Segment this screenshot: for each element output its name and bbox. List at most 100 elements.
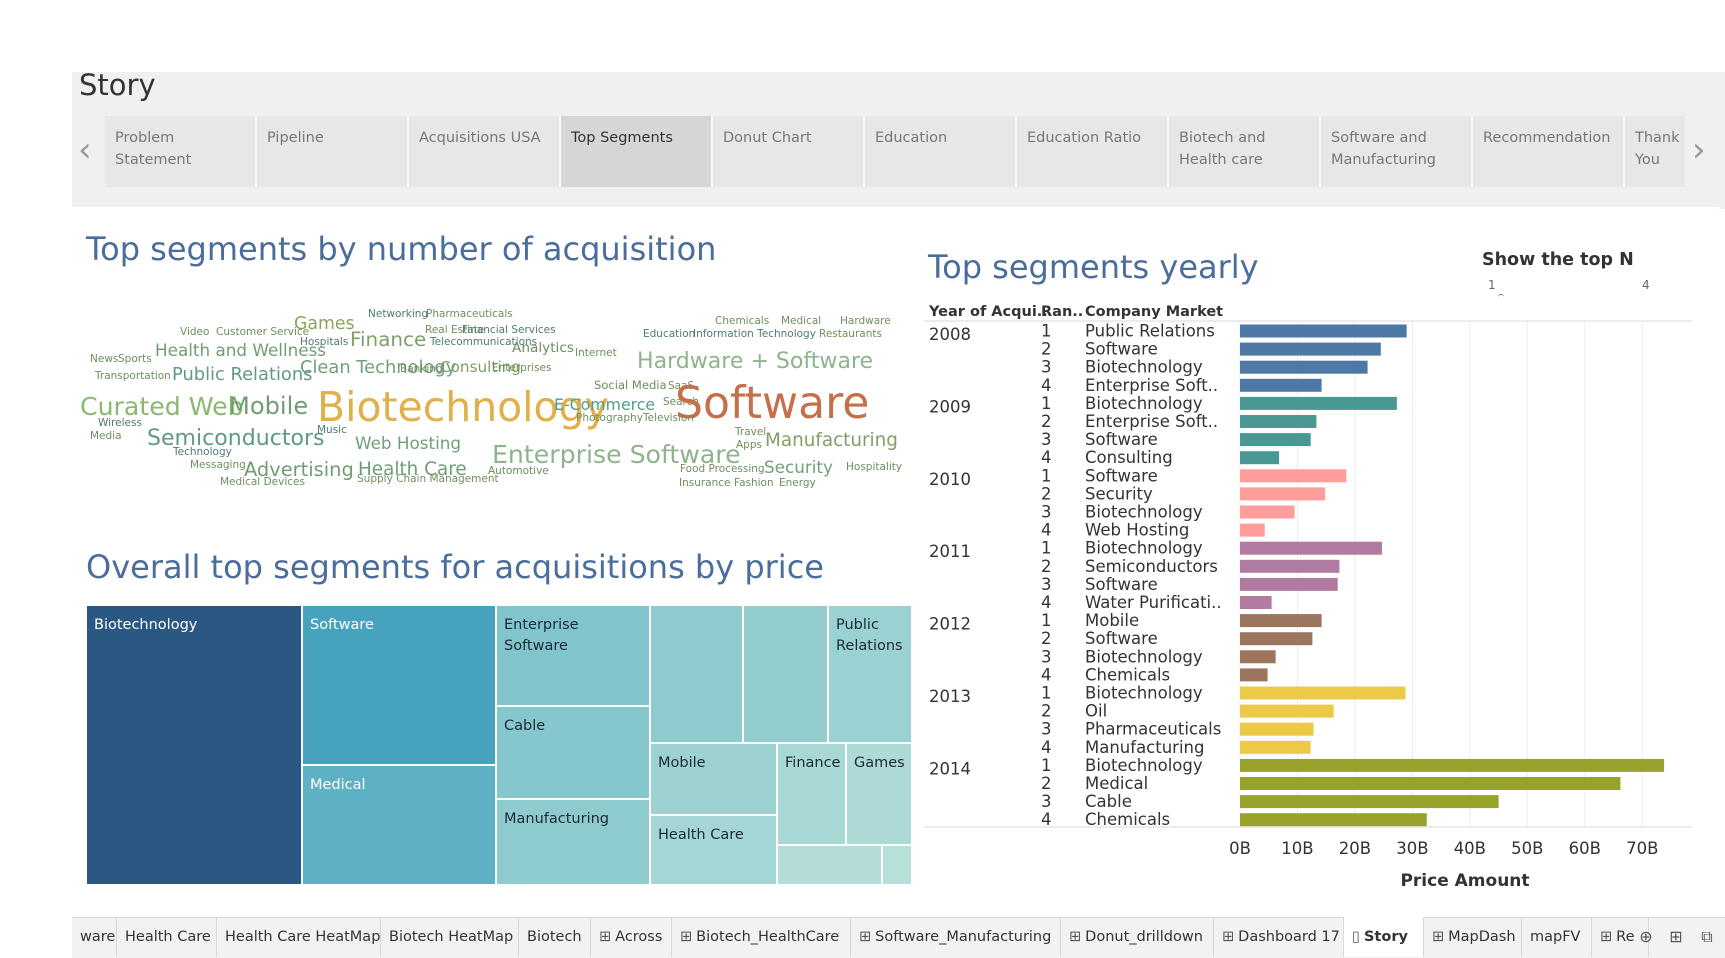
new-dashboard-icon[interactable]: ⊞	[1662, 917, 1690, 957]
bar[interactable]	[1240, 686, 1406, 700]
bar[interactable]	[1240, 777, 1621, 790]
treemap-cell[interactable]: Enterprise Software	[496, 605, 650, 706]
bar[interactable]	[1240, 505, 1295, 519]
bar[interactable]	[1240, 668, 1268, 682]
story-tab[interactable]: Top Segments	[561, 116, 713, 187]
bar[interactable]	[1240, 378, 1322, 392]
treemap-cell[interactable]: Games	[846, 743, 912, 845]
cloud-word[interactable]: Technology	[173, 447, 232, 458]
cloud-word[interactable]: Hospitality	[846, 462, 902, 473]
story-tab[interactable]: Donut Chart	[713, 116, 865, 187]
bar[interactable]	[1240, 813, 1427, 827]
new-worksheet-icon[interactable]: ⊕	[1632, 917, 1660, 957]
sheet-tab[interactable]: ⊞ Dashboard 17	[1214, 917, 1344, 957]
treemap-cell[interactable]: Manufacturing	[496, 799, 650, 885]
cloud-word[interactable]: Pharmaceuticals	[426, 309, 513, 320]
cloud-word[interactable]: Fashion	[734, 478, 774, 489]
cloud-word[interactable]: Web Hosting	[355, 435, 461, 452]
treemap-cell[interactable]: Cable	[496, 706, 650, 799]
story-tab[interactable]: Recommendation	[1473, 116, 1625, 187]
bar[interactable]	[1240, 722, 1314, 736]
cloud-word[interactable]: Security	[764, 459, 833, 476]
bar[interactable]	[1240, 596, 1272, 609]
treemap-cell[interactable]	[882, 845, 912, 885]
bar[interactable]	[1240, 650, 1276, 664]
bar[interactable]	[1240, 795, 1499, 809]
cloud-word[interactable]: Messaging	[190, 460, 246, 471]
cloud-word[interactable]: Chemicals	[715, 316, 769, 327]
cloud-word[interactable]: Supply Chain Management	[357, 474, 499, 485]
story-prev-button[interactable]: ‹	[78, 130, 92, 170]
cloud-word[interactable]: Internet	[575, 348, 617, 359]
cloud-word[interactable]: Transportation	[95, 371, 171, 382]
treemap-cell[interactable]: Health Care	[650, 815, 777, 885]
cloud-word[interactable]: Education	[643, 329, 695, 340]
sheet-tab[interactable]: ▯ Story	[1344, 917, 1424, 957]
sheet-tab[interactable]: ⊞ Biotech_HealthCare	[672, 917, 851, 957]
cloud-word[interactable]: E-Commerce	[554, 397, 655, 413]
sheet-tab[interactable]: Health Care HeatMap	[217, 917, 381, 957]
bar[interactable]	[1240, 559, 1340, 573]
cloud-word[interactable]: Video	[180, 327, 209, 338]
cloud-word[interactable]: Social Media	[594, 379, 667, 392]
treemap-cell[interactable]	[743, 605, 828, 743]
cloud-word[interactable]: Finance	[350, 329, 426, 350]
cloud-word[interactable]: Travel	[735, 427, 766, 438]
cloud-word[interactable]: News	[90, 354, 118, 365]
bar[interactable]	[1240, 541, 1382, 555]
cloud-word[interactable]: Public Relations	[172, 366, 312, 384]
cloud-word[interactable]: Photography	[576, 413, 643, 424]
cloud-word[interactable]: Financial Services	[462, 325, 556, 336]
bar[interactable]	[1240, 704, 1334, 718]
sheet-tab[interactable]: ware	[72, 917, 117, 957]
bar[interactable]	[1240, 451, 1280, 465]
treemap-cell[interactable]: Finance	[777, 743, 846, 845]
cloud-word[interactable]: Networking	[368, 309, 428, 320]
cloud-word[interactable]: Media	[90, 431, 122, 442]
bar[interactable]	[1240, 469, 1347, 483]
bar[interactable]	[1240, 415, 1317, 428]
cloud-word[interactable]: Mobile	[229, 394, 308, 418]
bar[interactable]	[1240, 740, 1311, 754]
cloud-word[interactable]: Hardware + Software	[637, 350, 873, 373]
sheet-tab[interactable]: ⊞ Software_Manufacturing	[851, 917, 1061, 957]
cloud-word[interactable]: Food Processing	[680, 464, 765, 475]
treemap-cell[interactable]: Mobile	[650, 743, 777, 815]
bar[interactable]	[1240, 360, 1368, 374]
treemap-cell[interactable]	[777, 845, 882, 885]
bar[interactable]	[1240, 324, 1407, 338]
bar[interactable]	[1240, 342, 1381, 356]
cloud-word[interactable]: Hardware	[840, 316, 891, 327]
treemap-cell[interactable]: Public Relations	[828, 605, 912, 743]
cloud-word[interactable]: Sports	[118, 354, 152, 365]
story-tab[interactable]: Pipeline	[257, 116, 409, 187]
story-tab[interactable]: Problem Statement	[105, 116, 257, 187]
treemap-cell[interactable]: Biotechnology	[86, 605, 302, 885]
cloud-word[interactable]: Curated Web	[80, 394, 244, 419]
sheet-tab[interactable]: Biotech HeatMap	[381, 917, 519, 957]
cloud-word[interactable]: Enterprises	[492, 363, 551, 374]
cloud-word[interactable]: Wireless	[98, 418, 142, 429]
cloud-word[interactable]: Software	[675, 381, 869, 426]
story-tab[interactable]: Biotech and Health care	[1169, 116, 1321, 187]
treemap-cell[interactable]: Medical	[302, 765, 496, 885]
new-story-icon[interactable]: ⧉	[1693, 917, 1721, 957]
bar[interactable]	[1240, 487, 1326, 501]
cloud-word[interactable]: Banking	[400, 364, 443, 375]
story-tab[interactable]: Education Ratio	[1017, 116, 1169, 187]
cloud-word[interactable]: Apps	[736, 440, 762, 451]
cloud-word[interactable]: Information Technology	[693, 329, 816, 340]
sheet-tab[interactable]: ⊞ Across	[591, 917, 672, 957]
bar[interactable]	[1240, 758, 1665, 772]
cloud-word[interactable]: Analytics	[512, 341, 574, 356]
story-tab[interactable]: Acquisitions USA	[409, 116, 561, 187]
cloud-word[interactable]: Restaurants	[819, 329, 882, 340]
sheet-tab[interactable]: Health Care	[117, 917, 217, 957]
bar[interactable]	[1240, 523, 1265, 537]
sheet-tab[interactable]: mapFV	[1522, 917, 1592, 957]
cloud-word[interactable]: Medical	[781, 316, 821, 327]
bar[interactable]	[1240, 632, 1313, 646]
cloud-word[interactable]: Customer Service	[216, 327, 309, 338]
story-tab[interactable]: Software and Manufacturing	[1321, 116, 1473, 187]
cloud-word[interactable]: Television	[643, 413, 694, 424]
